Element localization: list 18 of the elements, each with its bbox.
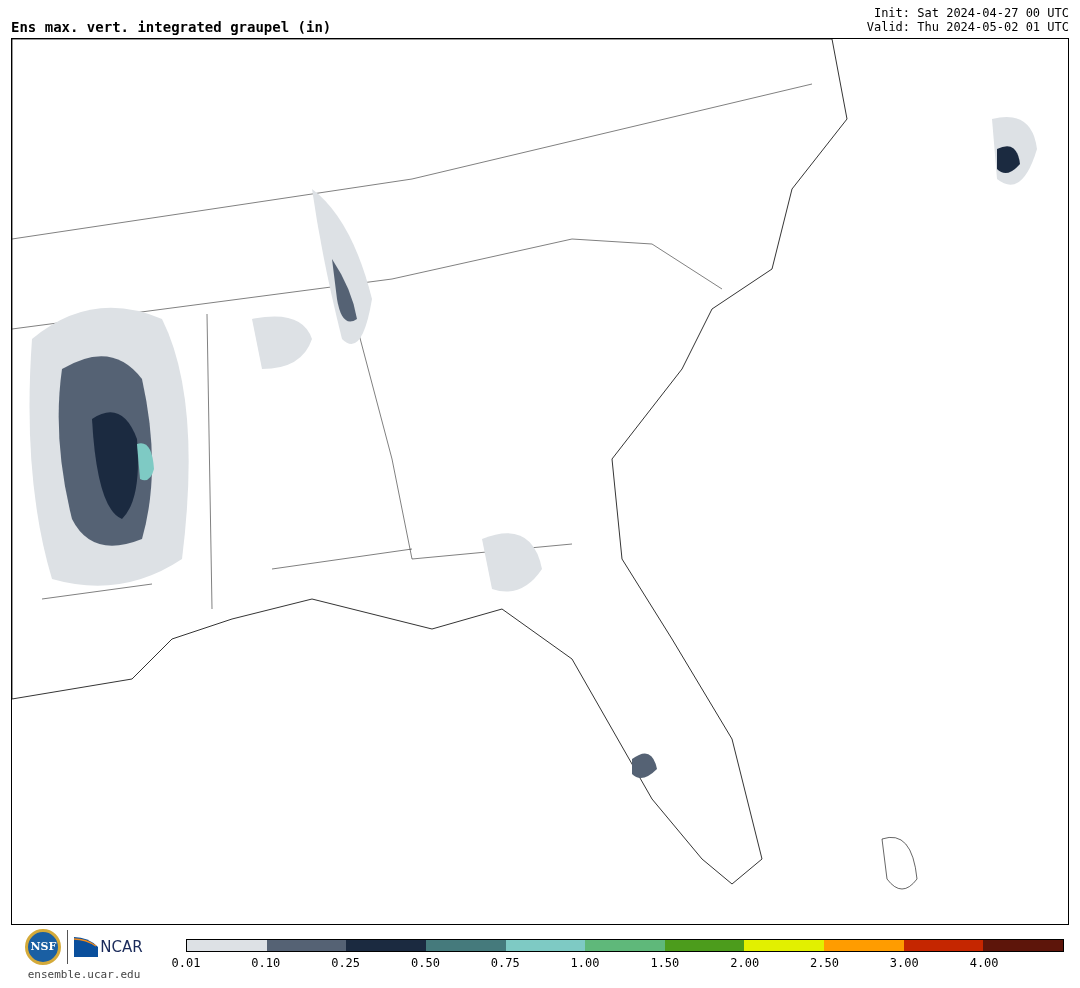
- tick-label: 0.10: [251, 956, 281, 970]
- ncar-logo-text: NCAR: [100, 939, 143, 955]
- tick-label: 2.00: [730, 956, 760, 970]
- nsf-logo: NSF: [25, 929, 62, 965]
- tick-label: 0.01: [171, 956, 201, 970]
- tick-label: 1.50: [650, 956, 680, 970]
- chart-title: Ens max. vert. integrated graupel (in): [11, 20, 332, 34]
- ncar-emblem-icon: [74, 937, 99, 957]
- site-url: ensemble.ucar.edu: [27, 967, 141, 983]
- tick-label: 3.00: [889, 956, 919, 970]
- tick-label: 0.25: [331, 956, 361, 970]
- tick-label: 2.50: [810, 956, 839, 970]
- valid-time: Valid: Thu 2024-05-02 01 UTC: [866, 20, 1069, 34]
- tick-label: 0.75: [490, 956, 520, 970]
- tick-label: 0.50: [411, 956, 440, 970]
- init-time: Init: Sat 2024-04-27 00 UTC: [873, 6, 1069, 20]
- tick-label: 4.00: [969, 956, 999, 970]
- tick-label: 1.00: [570, 956, 600, 970]
